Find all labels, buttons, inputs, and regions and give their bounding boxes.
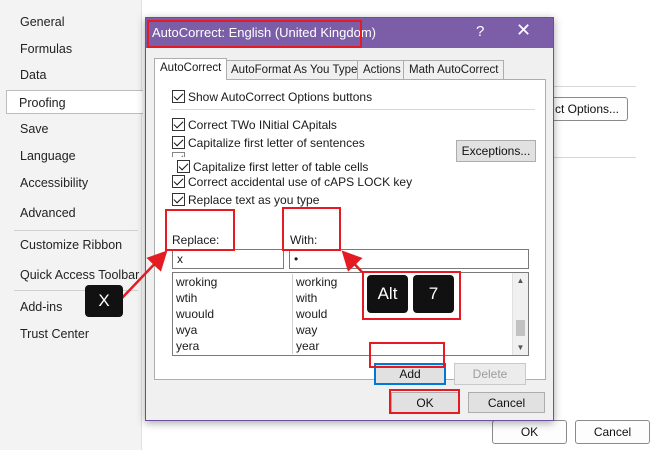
key-x-badge: X [85, 285, 123, 317]
arrow-to-replace [121, 250, 168, 299]
key-7-badge: 7 [413, 275, 454, 313]
tab-autocorrect[interactable]: AutoCorrect [154, 58, 228, 80]
key-alt-badge: Alt [367, 275, 408, 313]
annotation-arrows [121, 250, 363, 299]
arrow-to-with [341, 250, 363, 273]
